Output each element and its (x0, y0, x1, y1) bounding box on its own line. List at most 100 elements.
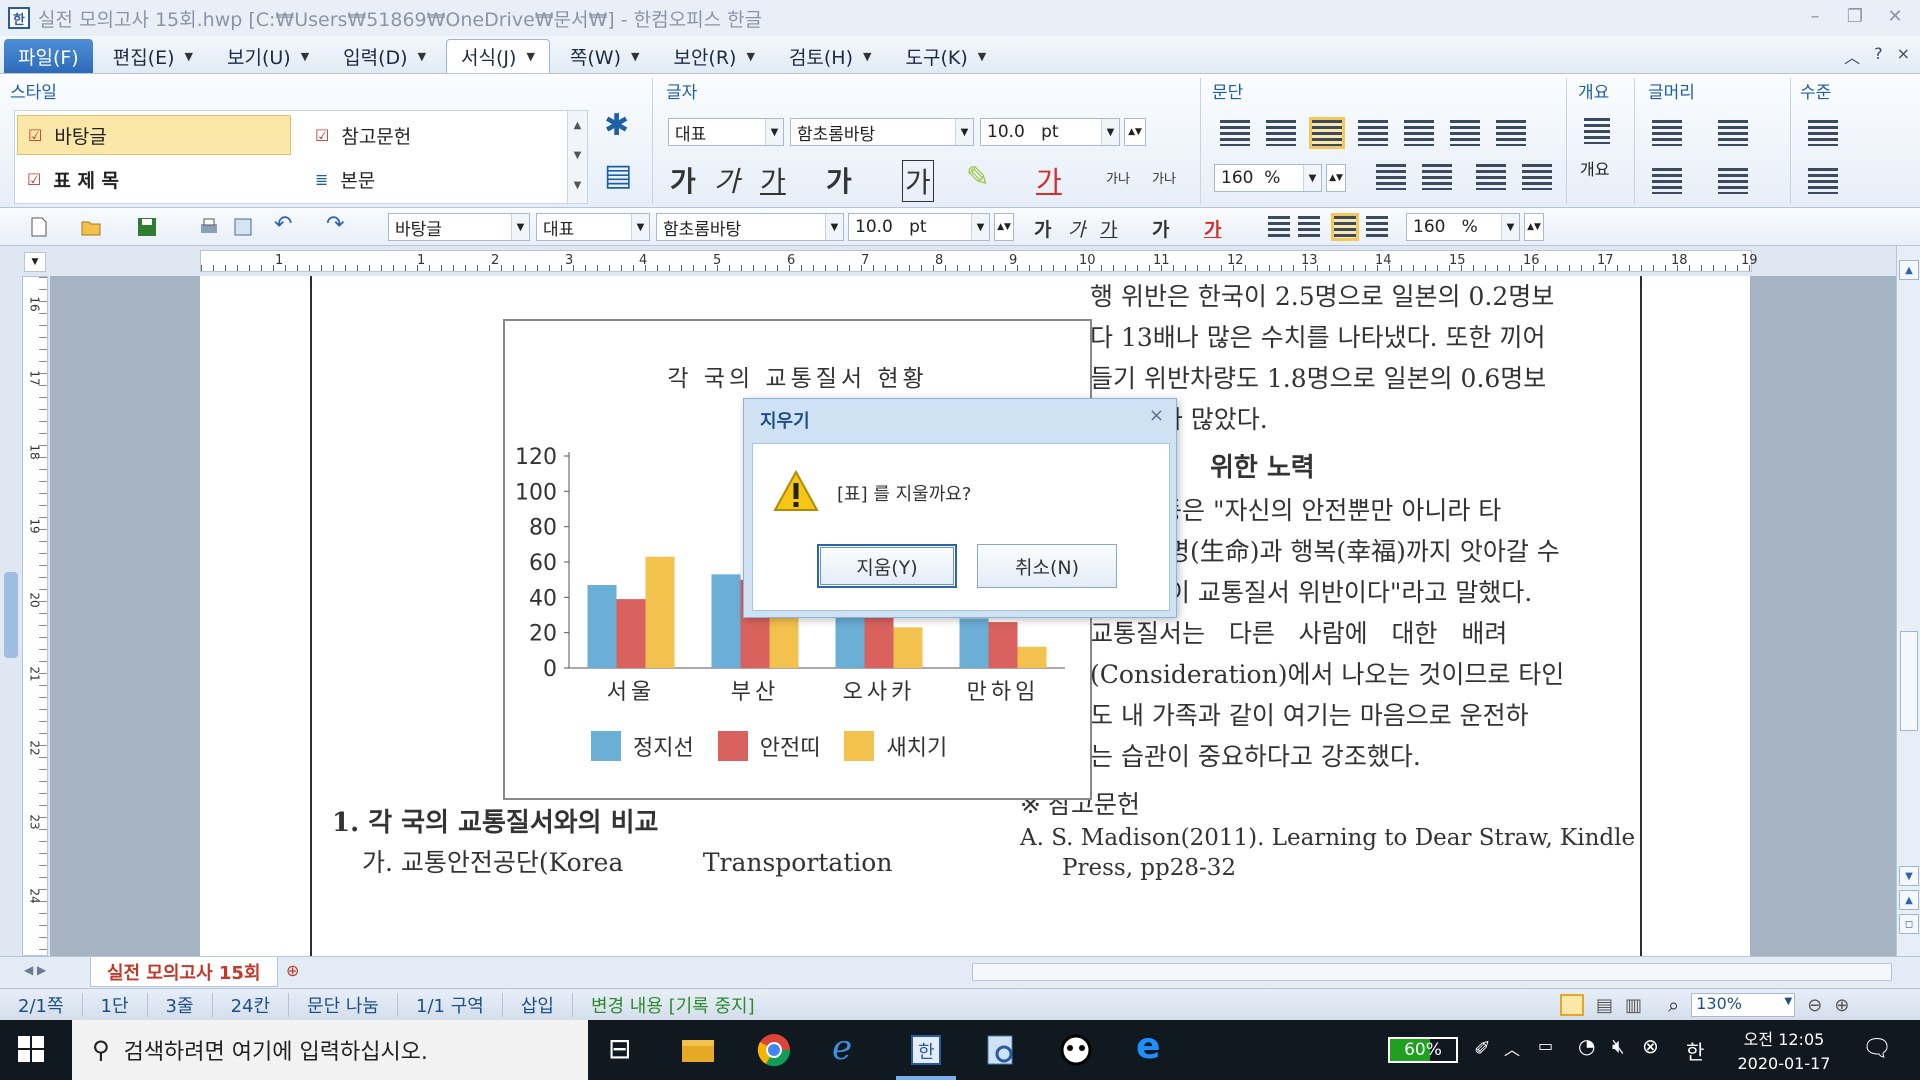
ime-indicator[interactable]: 한 (1686, 1036, 1704, 1065)
close-window-button[interactable]: ✕ (1880, 6, 1910, 27)
zoom-select[interactable]: 130% ▼ (1691, 993, 1796, 1017)
minimize-button[interactable]: – (1800, 6, 1830, 27)
print-view-icon[interactable]: ▥ (1625, 995, 1642, 1016)
toolbar-line-spinner[interactable]: ▲▼ (1524, 213, 1544, 241)
indent-increase-icon[interactable] (1422, 164, 1452, 190)
maximize-button[interactable]: ❐ (1840, 6, 1870, 27)
windows-start-icon[interactable] (18, 1036, 44, 1062)
toolbar-bold-button[interactable]: 가 (1034, 215, 1051, 242)
para-shape-icon[interactable] (1496, 120, 1526, 146)
numbered-list-icon[interactable] (1652, 168, 1682, 194)
toolbar-font-color-button[interactable]: 가 (1204, 215, 1221, 242)
status-page[interactable]: 2/1쪽 (0, 992, 83, 1017)
toolbar-align-center-icon[interactable] (1331, 213, 1359, 241)
menu-page[interactable]: 쪽(W) ▼ (556, 39, 654, 73)
toolbar-font-lang-select[interactable]: 대표 ▼ (536, 213, 650, 241)
toolbar-style-select[interactable]: 바탕글 ▼ (388, 213, 530, 241)
line-spacing-select[interactable]: 160 % ▼ (1214, 164, 1322, 192)
battery-icon[interactable]: ▭ (1538, 1036, 1553, 1055)
print-icon[interactable] (198, 216, 220, 238)
char-narrow-button[interactable]: 가나 (1106, 168, 1130, 187)
new-tab-icon[interactable]: ⊕ (286, 961, 299, 980)
hwp-app-icon[interactable]: 한 (8, 7, 30, 29)
toolbar-align-left-icon[interactable] (1298, 216, 1320, 238)
align-center-icon[interactable] (1309, 117, 1345, 149)
style-scroll[interactable]: ▲ ▼ ▼ (567, 111, 587, 203)
close-circle-icon[interactable]: ⊗ (1642, 1034, 1659, 1058)
redo-icon[interactable]: ↷ (326, 212, 348, 237)
help-button[interactable]: ? (1874, 44, 1883, 68)
cancel-button[interactable]: 취소(N) (977, 544, 1117, 588)
style-item-table-title[interactable]: ☑ 표 제 목 (17, 159, 291, 199)
style-item-reference[interactable]: ☑ 참고문헌 (305, 115, 555, 155)
indent-icon[interactable] (1522, 164, 1552, 190)
wifi-icon[interactable]: ◔ (1578, 1034, 1595, 1058)
scroll-up-button[interactable]: ▲ (1899, 260, 1919, 280)
zoom-icon[interactable]: ⌕ (1668, 993, 1679, 1017)
toolbar-strike-button[interactable]: 가 (1152, 215, 1169, 242)
chevron-up-icon[interactable]: ︿ (1504, 1036, 1520, 1060)
style-item-body[interactable]: ☑ 바탕글 (17, 115, 291, 155)
open-folder-icon[interactable] (80, 216, 102, 238)
strike-button[interactable]: 가 (826, 160, 852, 200)
toolbar-align-right-icon[interactable] (1366, 216, 1388, 238)
page-select-button[interactable]: ◻ (1899, 914, 1919, 934)
font-size-spinner[interactable]: ▲▼ (1124, 118, 1146, 146)
horizontal-scrollbar[interactable] (972, 963, 1892, 981)
level-down-icon[interactable] (1808, 168, 1838, 194)
tab-nav-arrows[interactable]: ◀ ▶ (24, 963, 46, 977)
align-right-icon[interactable] (1358, 120, 1388, 146)
notification-icon[interactable]: 🗨︎ (1862, 1034, 1892, 1062)
outline-icon[interactable] (1584, 118, 1610, 144)
clock[interactable]: 오전 12:05 2020-01-17 (1724, 1026, 1844, 1073)
line-spacing-spinner[interactable]: ▲▼ (1326, 164, 1346, 192)
taskbar-search-box[interactable]: ⚲ 검색하려면 여기에 입력하십시오. (72, 1020, 588, 1080)
new-doc-icon[interactable] (28, 216, 50, 238)
chrome-icon[interactable] (756, 1032, 792, 1068)
vertical-ruler[interactable]: 16 17 18 19 20 21 22 23 24 (22, 276, 48, 956)
bullet-list-icon[interactable] (1652, 120, 1682, 146)
menu-file[interactable]: 파일(F) (4, 39, 93, 73)
distribute-icon[interactable] (1404, 120, 1434, 146)
divide-icon[interactable] (1450, 120, 1480, 146)
normal-view-icon[interactable] (1560, 994, 1584, 1016)
internet-explorer-icon[interactable]: ℯ (832, 1028, 868, 1068)
horizontal-ruler[interactable]: 1 1 2 3 4 5 6 7 8 9 10 11 12 13 14 15 16… (200, 250, 1758, 272)
edge-icon[interactable]: e (1136, 1026, 1172, 1067)
menu-review[interactable]: 검토(H) ▼ (775, 39, 886, 73)
close-doc-button[interactable]: × (1897, 44, 1910, 68)
delete-confirm-button[interactable]: 지움(Y) (817, 544, 957, 588)
panda-app-icon[interactable] (1058, 1032, 1094, 1068)
toolbar-line-spacing-select[interactable]: 160 % ▼ (1406, 213, 1520, 241)
menu-edit[interactable]: 편집(E) ▼ (99, 39, 207, 73)
menu-insert[interactable]: 입력(D) ▼ (329, 39, 440, 73)
volume-muted-icon[interactable]: 🔇︎ (1612, 1034, 1625, 1058)
font-color-button[interactable]: 가 (1036, 160, 1062, 200)
ruler-corner-button[interactable]: ▼ (24, 252, 46, 272)
level-up-icon[interactable] (1808, 120, 1838, 146)
zoom-in-icon[interactable]: ⊕ (1834, 995, 1849, 1016)
text-block-right-3[interactable]: 교통질서는 다른 사람에 대한 배려 (Consideration)에서 나오는… (1090, 613, 1564, 777)
align-left-icon[interactable] (1266, 120, 1296, 146)
number-style-icon[interactable] (1718, 168, 1748, 194)
toolbar-justify-icon[interactable] (1268, 216, 1290, 238)
font-name-select[interactable]: 함초롬바탕 ▼ (790, 118, 974, 146)
char-wide-button[interactable]: 가나 (1152, 168, 1176, 187)
hwp-viewer-icon[interactable] (982, 1032, 1018, 1068)
menu-tools[interactable]: 도구(K) ▼ (891, 39, 1000, 73)
battery-indicator[interactable]: 60% (1388, 1037, 1458, 1063)
menu-view[interactable]: 보기(U) ▼ (213, 39, 323, 73)
bullet-style-icon[interactable] (1718, 120, 1748, 146)
font-size-select[interactable]: 10.0 pt ▼ (980, 118, 1120, 146)
status-track-changes[interactable]: 변경 내용 [기록 중지] (573, 993, 773, 1017)
web-view-icon[interactable]: ▤ (1596, 995, 1613, 1016)
prev-page-button[interactable]: ▲ (1899, 890, 1919, 910)
undo-icon[interactable]: ↶ (274, 212, 296, 237)
outline-label[interactable]: 개요 (1580, 156, 1609, 180)
justify-icon[interactable] (1220, 120, 1250, 146)
zoom-out-icon[interactable]: ⊖ (1807, 995, 1822, 1016)
hwp-taskbar-icon[interactable]: 한 (908, 1032, 944, 1068)
style-add-icon[interactable]: ✱ (604, 108, 629, 143)
ribbon-collapse-icon[interactable]: ︿ (1844, 44, 1860, 68)
menu-format[interactable]: 서식(J) ▼ (446, 39, 550, 73)
